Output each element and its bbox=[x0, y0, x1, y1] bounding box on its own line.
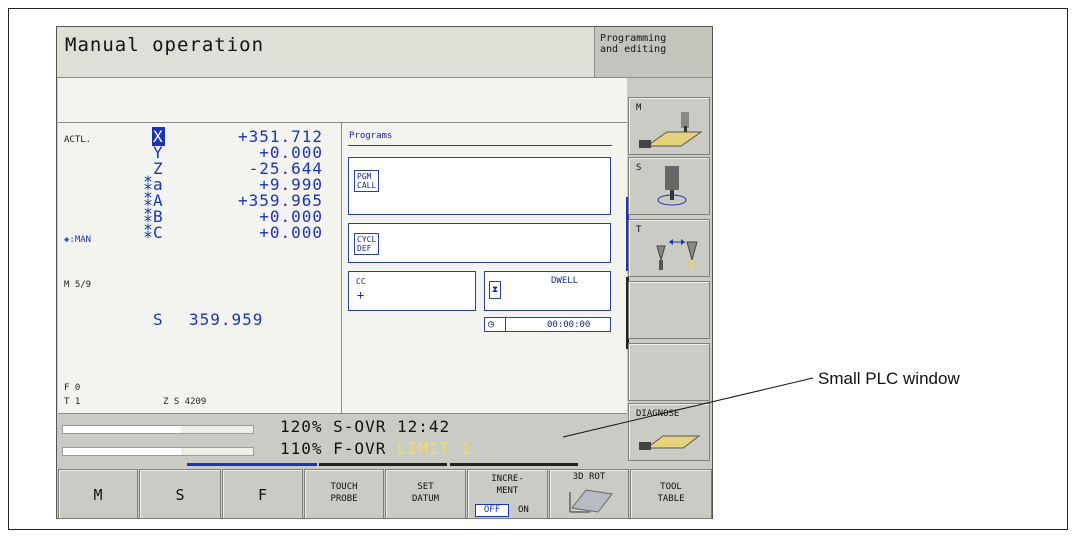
callout-label: Small PLC window bbox=[818, 369, 960, 388]
callout-leader-line bbox=[562, 377, 814, 438]
